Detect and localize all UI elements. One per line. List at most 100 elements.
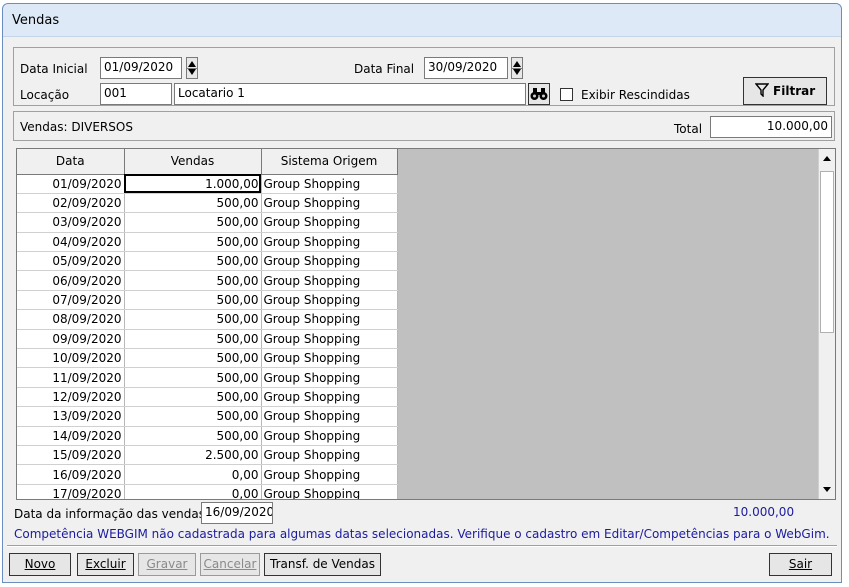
table-row[interactable]: 09/09/2020 500,00 Group Shopping [17, 329, 398, 350]
table-row[interactable]: 03/09/2020 500,00 Group Shopping [17, 212, 398, 233]
cell-data[interactable]: 06/09/2020 [17, 270, 125, 291]
column-header-vendas[interactable]: Vendas [124, 149, 262, 175]
table-row[interactable]: 08/09/2020 500,00 Group Shopping [17, 309, 398, 330]
cell-vendas[interactable]: 0,00 [124, 484, 262, 499]
novo-button[interactable]: Novo [9, 553, 71, 576]
summary-group: Vendas: DIVERSOS Total 10.000,00 [13, 111, 835, 141]
table-row[interactable]: 15/09/2020 2.500,00 Group Shopping [17, 445, 398, 466]
cell-data[interactable]: 12/09/2020 [17, 387, 125, 408]
cell-data[interactable]: 05/09/2020 [17, 251, 125, 272]
table-row[interactable]: 10/09/2020 500,00 Group Shopping [17, 348, 398, 369]
table-row[interactable]: 07/09/2020 500,00 Group Shopping [17, 290, 398, 311]
binoculars-icon [530, 88, 548, 100]
data-info-input[interactable]: 16/09/2020 [201, 502, 273, 524]
search-locacao-button[interactable] [528, 83, 550, 105]
cell-vendas[interactable]: 500,00 [124, 232, 262, 253]
cell-vendas[interactable]: 500,00 [124, 251, 262, 272]
cell-data[interactable]: 13/09/2020 [17, 406, 125, 427]
cell-sistema-origem[interactable]: Group Shopping [261, 348, 398, 369]
vendas-sum-value: 10.000,00 [733, 505, 795, 519]
table-row[interactable]: 01/09/2020 1.000,00 Group Shopping [17, 174, 398, 194]
cell-vendas[interactable]: 2.500,00 [124, 445, 262, 466]
exibir-rescindidas-label: Exibir Rescindidas [581, 88, 690, 102]
cell-sistema-origem[interactable]: Group Shopping [261, 484, 398, 499]
table-row[interactable]: 14/09/2020 500,00 Group Shopping [17, 426, 398, 446]
cell-sistema-origem[interactable]: Group Shopping [261, 445, 398, 466]
cell-data[interactable]: 04/09/2020 [17, 232, 125, 253]
cell-data[interactable]: 15/09/2020 [17, 445, 125, 466]
cell-data[interactable]: 16/09/2020 [17, 464, 125, 485]
cell-vendas[interactable]: 500,00 [124, 348, 262, 369]
cell-vendas[interactable]: 500,00 [124, 290, 262, 311]
cell-vendas[interactable]: 500,00 [124, 406, 262, 427]
grid-vertical-scrollbar[interactable] [818, 149, 835, 499]
transf-vendas-button[interactable]: Transf. de Vendas [264, 553, 381, 576]
locacao-name-input[interactable]: Locatario 1 [174, 83, 526, 105]
excluir-button[interactable]: Excluir [77, 553, 134, 576]
cell-data[interactable]: 01/09/2020 [17, 174, 125, 194]
cell-sistema-origem[interactable]: Group Shopping [261, 290, 398, 311]
cell-sistema-origem[interactable]: Group Shopping [261, 193, 398, 214]
cell-sistema-origem[interactable]: Group Shopping [261, 367, 398, 388]
table-row[interactable]: 16/09/2020 0,00 Group Shopping [17, 464, 398, 485]
cell-vendas[interactable]: 500,00 [124, 309, 262, 330]
table-row[interactable]: 17/09/2020 0,00 Group Shopping [17, 484, 398, 499]
cell-vendas[interactable]: 500,00 [124, 193, 262, 214]
cell-sistema-origem[interactable]: Group Shopping [261, 174, 398, 194]
sair-button[interactable]: Sair [769, 553, 832, 576]
cell-vendas[interactable]: 500,00 [124, 387, 262, 408]
scroll-thumb[interactable] [820, 171, 834, 333]
cell-vendas[interactable]: 500,00 [124, 270, 262, 291]
table-row[interactable]: 05/09/2020 500,00 Group Shopping [17, 251, 398, 272]
cell-vendas[interactable]: 500,00 [124, 329, 262, 350]
cell-data[interactable]: 11/09/2020 [17, 367, 125, 388]
cell-sistema-origem[interactable]: Group Shopping [261, 406, 398, 427]
cell-vendas[interactable]: 0,00 [124, 464, 262, 485]
cell-sistema-origem[interactable]: Group Shopping [261, 251, 398, 272]
cell-data[interactable]: 07/09/2020 [17, 290, 125, 311]
table-row[interactable]: 13/09/2020 500,00 Group Shopping [17, 406, 398, 427]
column-header-sistema-origem[interactable]: Sistema Origem [261, 149, 398, 175]
column-header-data[interactable]: Data [17, 149, 125, 175]
cell-vendas[interactable]: 1.000,00 [124, 174, 262, 194]
vendas-grid[interactable]: Data Vendas Sistema Origem 01/09/2020 1.0… [16, 148, 836, 500]
cell-sistema-origem[interactable]: Group Shopping [261, 270, 398, 291]
data-inicial-input[interactable]: 01/09/2020 [100, 57, 182, 79]
cell-data[interactable]: 03/09/2020 [17, 212, 125, 233]
cell-sistema-origem[interactable]: Group Shopping [261, 232, 398, 253]
competencia-warning: Competência WEBGIM não cadastrada para a… [14, 527, 830, 541]
filtrar-button[interactable]: Filtrar [743, 77, 827, 105]
footer-divider [7, 545, 837, 547]
scroll-down-arrow-icon[interactable] [823, 487, 831, 492]
table-row[interactable]: 11/09/2020 500,00 Group Shopping [17, 367, 398, 388]
cell-sistema-origem[interactable]: Group Shopping [261, 329, 398, 350]
exibir-rescindidas-checkbox[interactable] [560, 88, 573, 101]
cell-sistema-origem[interactable]: Group Shopping [261, 309, 398, 330]
gravar-button[interactable]: Gravar [138, 553, 196, 576]
data-inicial-spinner-icon[interactable] [186, 57, 198, 79]
table-row[interactable]: 12/09/2020 500,00 Group Shopping [17, 387, 398, 408]
cell-data[interactable]: 10/09/2020 [17, 348, 125, 369]
cancelar-button[interactable]: Cancelar [200, 553, 260, 576]
cell-data[interactable]: 09/09/2020 [17, 329, 125, 350]
table-row[interactable]: 06/09/2020 500,00 Group Shopping [17, 270, 398, 291]
table-row[interactable]: 02/09/2020 500,00 Group Shopping [17, 193, 398, 214]
cell-data[interactable]: 02/09/2020 [17, 193, 125, 214]
cell-sistema-origem[interactable]: Group Shopping [261, 464, 398, 485]
cell-sistema-origem[interactable]: Group Shopping [261, 212, 398, 233]
cell-data[interactable]: 14/09/2020 [17, 426, 125, 446]
table-row[interactable]: 04/09/2020 500,00 Group Shopping [17, 232, 398, 253]
vendas-summary-label: Vendas: DIVERSOS [20, 120, 133, 134]
cell-sistema-origem[interactable]: Group Shopping [261, 426, 398, 446]
data-final-spinner-icon[interactable] [511, 57, 523, 79]
data-final-input[interactable]: 30/09/2020 [424, 57, 508, 79]
cell-data[interactable]: 08/09/2020 [17, 309, 125, 330]
cell-vendas[interactable]: 500,00 [124, 367, 262, 388]
locacao-code-input[interactable]: 001 [100, 83, 172, 105]
cell-sistema-origem[interactable]: Group Shopping [261, 387, 398, 408]
cell-vendas[interactable]: 500,00 [124, 212, 262, 233]
title-bar: Vendas [3, 4, 841, 37]
cell-vendas[interactable]: 500,00 [124, 426, 262, 446]
scroll-up-arrow-icon[interactable] [823, 156, 831, 161]
cell-data[interactable]: 17/09/2020 [17, 484, 125, 499]
